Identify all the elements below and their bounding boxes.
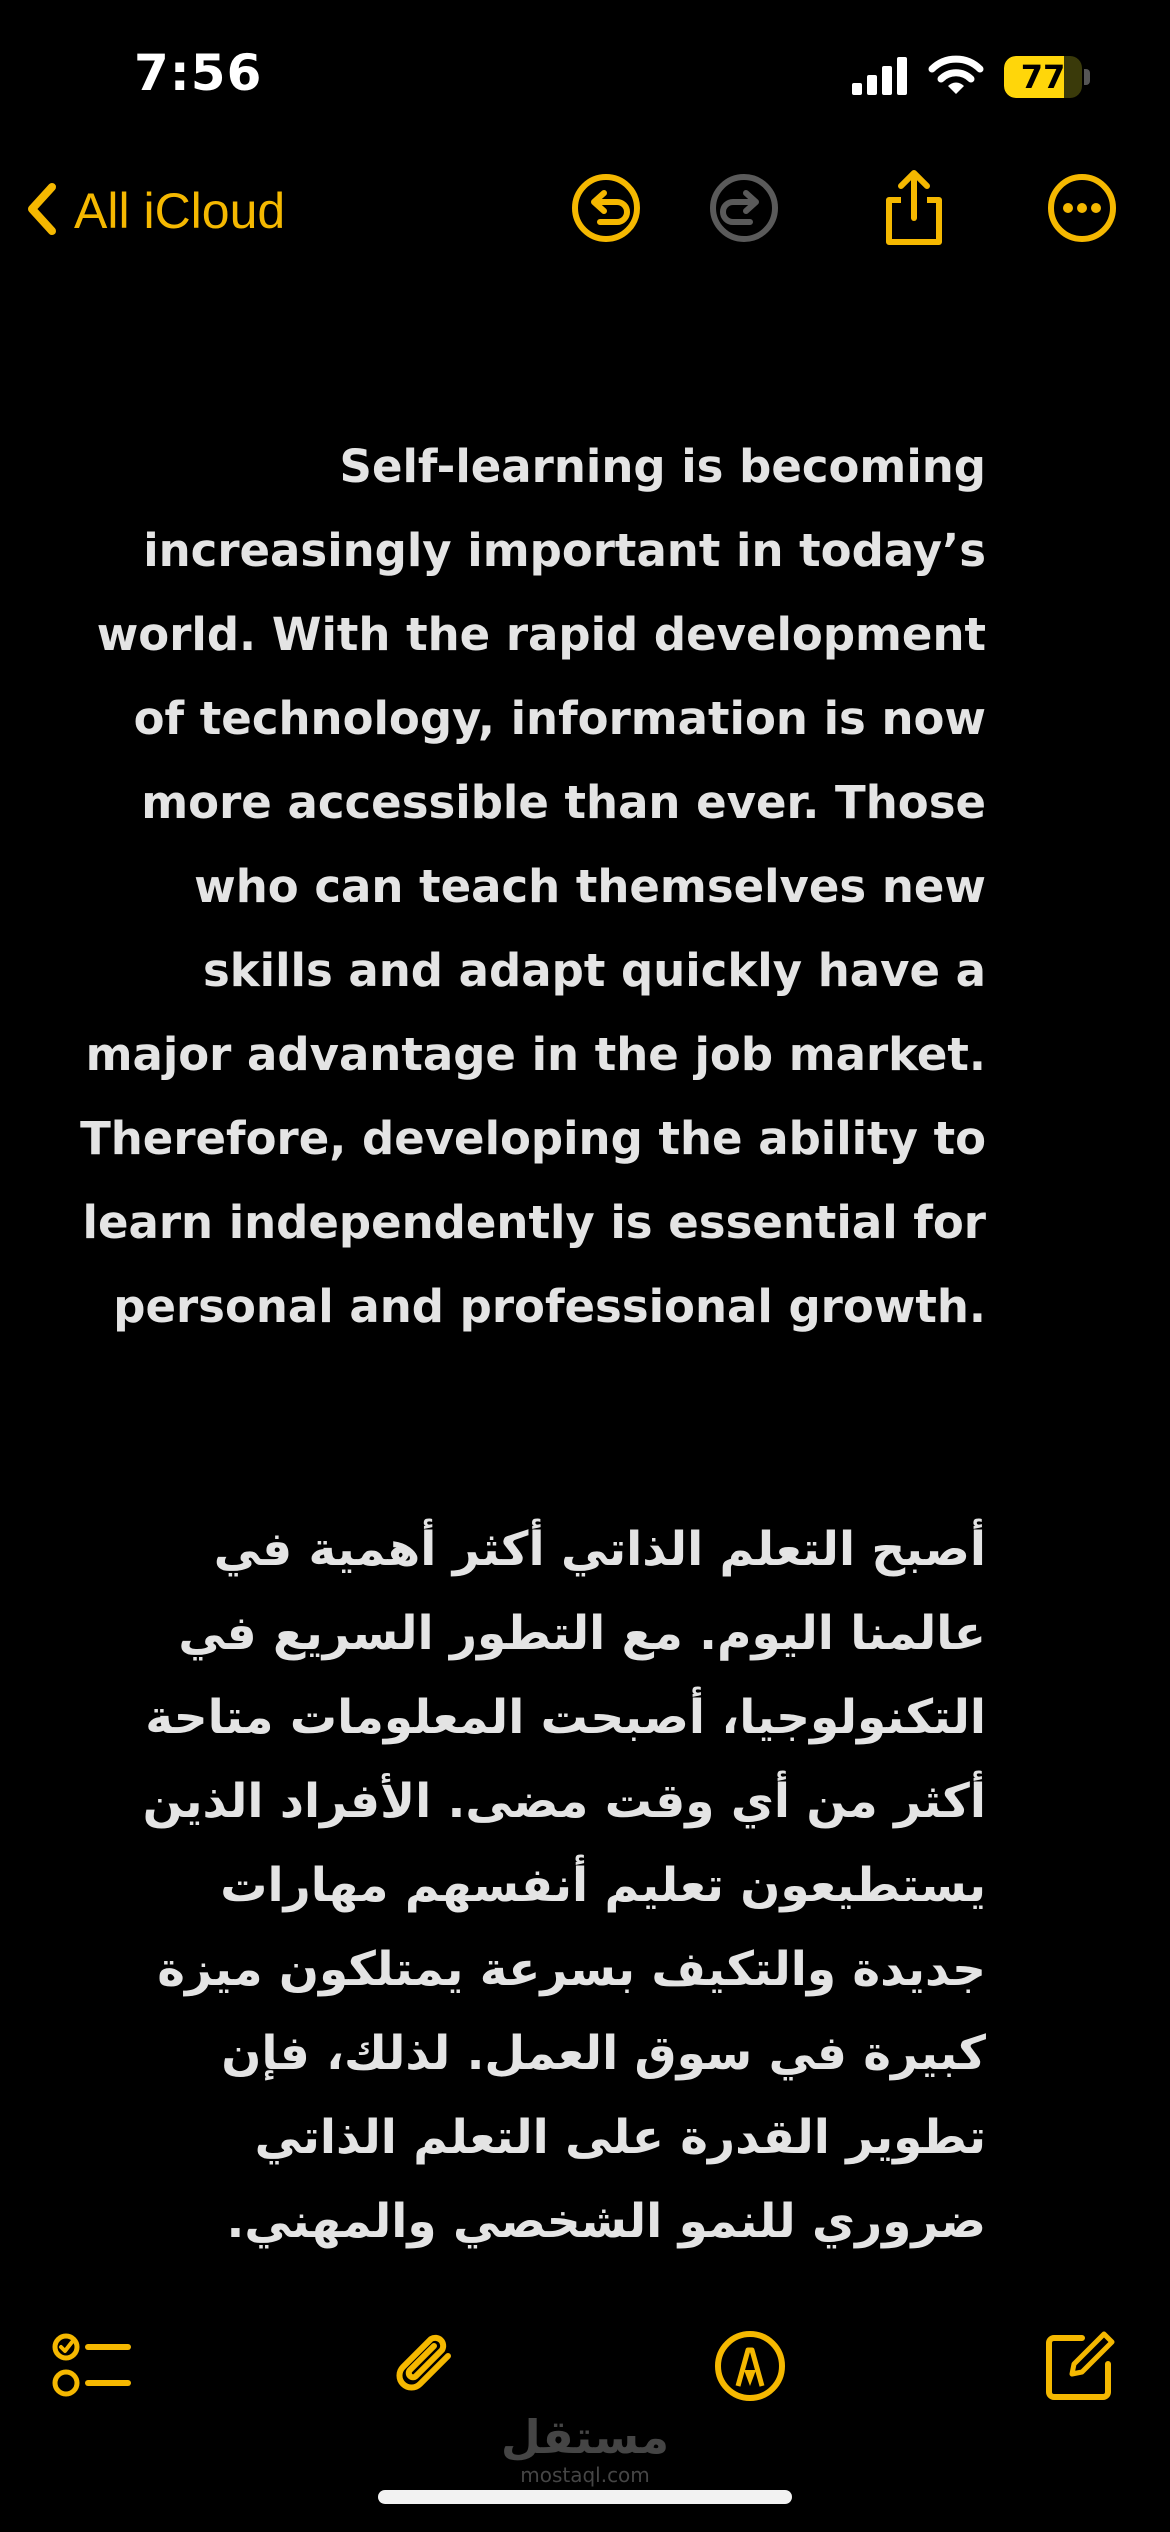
status-time: 7:56 (134, 44, 263, 102)
markup-button[interactable] (700, 2318, 800, 2418)
status-icons: 77 (852, 52, 1090, 102)
note-text-english[interactable]: Self-learning is becoming increasingly i… (80, 425, 986, 1349)
markup-pen-icon (712, 2328, 788, 2408)
redo-button[interactable] (704, 170, 784, 250)
watermark-url: mostaql.com (520, 2463, 650, 2487)
checklist-button[interactable] (42, 2318, 142, 2418)
note-text-arabic[interactable]: أصبح التعلم الذاتي أكثر أهمية في عالمنا … (80, 1508, 986, 2264)
checklist-icon (52, 2331, 132, 2405)
watermark: مستقل mostaql.com (0, 2412, 1170, 2488)
ellipsis-icon (1046, 172, 1118, 248)
nav-bar: All iCloud (0, 160, 1170, 260)
undo-button[interactable] (566, 170, 646, 250)
wifi-icon (928, 54, 984, 100)
compose-icon (1042, 2328, 1118, 2408)
redo-icon (708, 172, 780, 248)
battery-percentage: 77 (1020, 58, 1066, 96)
paperclip-icon (386, 2326, 466, 2410)
chevron-left-icon (22, 179, 62, 243)
watermark-logo: مستقل (500, 2410, 670, 2464)
cellular-signal-icon (852, 55, 908, 99)
status-bar: 7:56 77 (0, 0, 1170, 150)
attach-button[interactable] (376, 2318, 476, 2418)
battery-icon: 77 (1004, 56, 1090, 98)
bottom-toolbar (0, 2318, 1170, 2418)
more-button[interactable] (1042, 170, 1122, 250)
share-icon (879, 168, 949, 252)
back-button[interactable]: All iCloud (22, 168, 285, 254)
compose-button[interactable] (1030, 2318, 1130, 2418)
undo-icon (570, 172, 642, 248)
share-button[interactable] (874, 170, 954, 250)
home-indicator[interactable] (378, 2490, 792, 2504)
back-label: All iCloud (74, 183, 286, 239)
